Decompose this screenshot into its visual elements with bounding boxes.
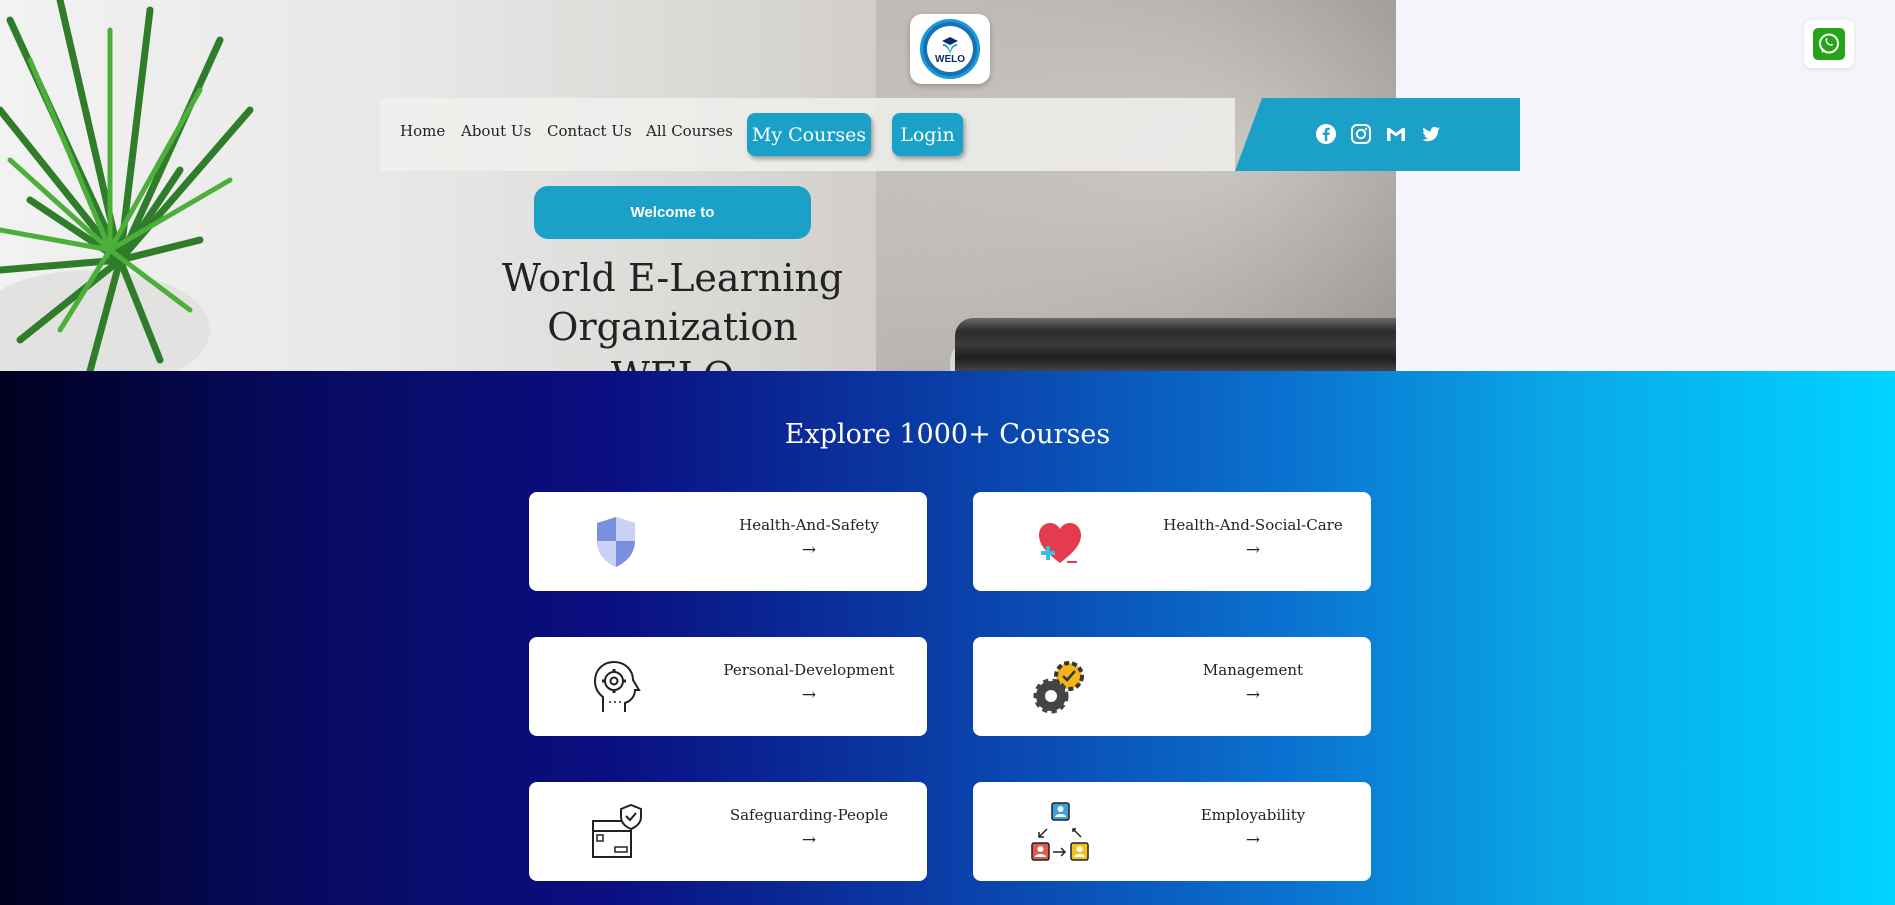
gmail-icon[interactable] <box>1384 122 1408 146</box>
instagram-icon[interactable] <box>1349 122 1373 146</box>
social-links-bar <box>1235 98 1520 171</box>
plant-image <box>0 0 254 371</box>
nav-about-us[interactable]: About Us <box>461 122 531 140</box>
logo-text: WELO <box>935 53 965 65</box>
courses-title: Explore 1000+ Courses <box>784 419 1111 450</box>
course-card-management[interactable]: Management → <box>973 637 1371 736</box>
nav-contact-us[interactable]: Contact Us <box>547 122 632 140</box>
main-navigation: Home About Us Contact Us All Courses My … <box>380 98 1520 171</box>
logo-emblem: WELO <box>920 19 980 79</box>
course-label: Personal-Development <box>723 661 895 679</box>
course-card-employability[interactable]: Employability → <box>973 782 1371 881</box>
hero-title-line1: World E-Learning Organization <box>501 256 844 349</box>
twitter-icon[interactable] <box>1419 122 1443 146</box>
courses-section: Explore 1000+ Courses Health-And-Safety … <box>0 371 1895 905</box>
arrow-right-icon: → <box>1245 540 1261 560</box>
site-logo[interactable]: WELO <box>910 14 990 84</box>
arrow-right-icon: → <box>801 830 817 850</box>
book-icon <box>942 36 958 54</box>
gears-check-icon <box>1033 661 1084 714</box>
people-exchange-icon <box>1031 802 1089 861</box>
head-gear-icon <box>593 660 641 712</box>
course-label: Health-And-Social-Care <box>1163 516 1343 534</box>
shield-icon <box>597 517 635 567</box>
whatsapp-icon <box>1813 28 1845 60</box>
welcome-button[interactable]: Welcome to <box>534 186 811 239</box>
login-button[interactable]: Login <box>892 113 963 156</box>
arrow-right-icon: → <box>801 540 817 560</box>
nav-bar: Home About Us Contact Us All Courses My … <box>380 98 1235 171</box>
nav-all-courses[interactable]: All Courses <box>646 122 733 140</box>
nav-home[interactable]: Home <box>400 122 445 140</box>
course-card-health-and-safety[interactable]: Health-And-Safety → <box>529 492 927 591</box>
heart-plus-icon <box>1039 523 1081 563</box>
course-label: Management <box>1202 661 1304 679</box>
arrow-right-icon: → <box>1245 830 1261 850</box>
arrow-right-icon: → <box>1245 685 1261 705</box>
course-label: Safeguarding-People <box>729 806 889 824</box>
course-card-personal-development[interactable]: Personal-Development → <box>529 637 927 736</box>
my-courses-button[interactable]: My Courses <box>747 113 871 156</box>
course-card-health-and-social-care[interactable]: Health-And-Social-Care → <box>973 492 1371 591</box>
course-label: Employability <box>1200 806 1306 824</box>
whatsapp-button[interactable] <box>1804 20 1854 68</box>
course-card-safeguarding-people[interactable]: Safeguarding-People → <box>529 782 927 881</box>
arrow-right-icon: → <box>801 685 817 705</box>
course-label: Health-And-Safety <box>739 516 879 534</box>
laptop-keyboard-image <box>955 318 1396 371</box>
box-shield-icon <box>592 803 642 858</box>
facebook-icon[interactable] <box>1314 122 1338 146</box>
